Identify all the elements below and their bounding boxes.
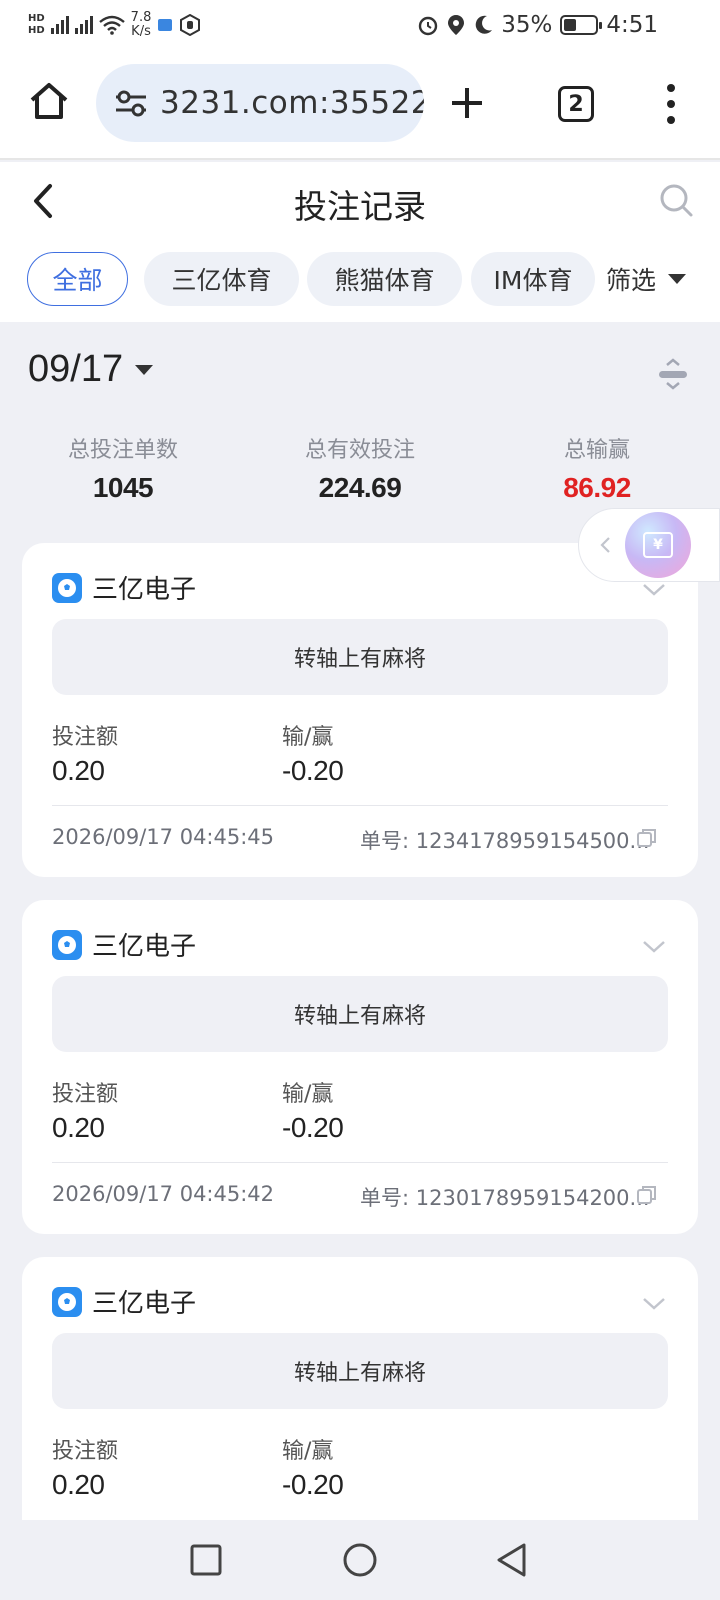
bet-amount-label: 投注额 [52, 1439, 119, 1464]
win-loss-value: -0.20 [282, 1469, 344, 1500]
chevron-down-icon[interactable] [642, 1297, 666, 1311]
bet-amount: 投注额 0.20 [52, 719, 118, 787]
win-loss: 输/赢 -0.20 [282, 1076, 344, 1144]
total-count-value: 1045 [92, 472, 154, 503]
signal-5g-icon [50, 16, 69, 34]
bet-amount-value: 0.20 [52, 1112, 105, 1143]
soccer-ball-icon [52, 929, 82, 960]
network-label-1: HD [28, 13, 45, 24]
moon-icon [475, 15, 493, 34]
bet-amount-value: 0.20 [52, 1469, 105, 1500]
more-menu-icon[interactable] [664, 84, 678, 124]
recents-icon[interactable] [188, 1542, 224, 1578]
page-header: 投注记录 [0, 162, 720, 238]
tab-im-sports[interactable]: IM体育 [471, 252, 595, 306]
total-count-label: 总投注单数 [67, 438, 178, 463]
game-name: 转轴上有麻将 [52, 1333, 668, 1409]
address-bar[interactable]: 3231.com:35522 [96, 64, 424, 142]
chevron-left-icon[interactable] [599, 536, 611, 554]
floating-promo-widget[interactable]: ¥ [578, 508, 720, 582]
win-loss-label: 输/赢 [282, 1082, 334, 1107]
win-loss-value: 86.92 [563, 472, 631, 503]
summary-valid-bet: 总有效投注 224.69 [260, 432, 460, 504]
game-name: 转轴上有麻将 [52, 619, 668, 695]
filter-tabs: 全部 三亿体育 熊猫体育 IM体育 筛选 [0, 238, 720, 322]
caret-down-icon [668, 274, 687, 284]
bet-amount: 投注额 0.20 [52, 1076, 118, 1144]
battery-icon [560, 15, 603, 35]
new-tab-icon[interactable] [450, 86, 484, 120]
tab-sanyi-sports[interactable]: 三亿体育 [144, 252, 299, 306]
hand-icon [180, 14, 201, 36]
bet-amount-label: 投注额 [52, 1082, 119, 1107]
bet-time: 2026/09/17 04:45:45 [52, 825, 275, 849]
summary-win-loss: 总输赢 86.92 [497, 432, 697, 504]
clock: 4:51 [606, 12, 658, 38]
status-bar: HD HD 7.8 K/s 35% 4:51 [0, 0, 720, 50]
wifi-icon [98, 15, 125, 35]
win-loss-label: 输/赢 [282, 725, 334, 750]
rebate-gift-icon[interactable]: ¥ [625, 512, 691, 578]
tab-count: 2 [568, 91, 584, 117]
search-icon[interactable] [658, 182, 694, 218]
signal-4g-icon [74, 16, 93, 34]
filter-button[interactable]: 筛选 [604, 252, 687, 306]
date-label: 09/17 [28, 348, 124, 390]
chevron-down-icon[interactable] [642, 583, 666, 597]
order-number: 单号: 1230178959154200... [360, 1186, 650, 1210]
net-speed-value: 7.8 [130, 10, 152, 25]
summary-total-count: 总投注单数 1045 [23, 432, 223, 504]
win-loss: 输/赢 -0.20 [282, 719, 344, 787]
filter-label: 筛选 [606, 266, 657, 295]
net-speed: 7.8 K/s [131, 11, 152, 39]
home-nav-icon[interactable] [342, 1542, 378, 1578]
network-indicator: HD HD [28, 13, 45, 37]
win-loss-value: -0.20 [282, 1112, 344, 1143]
copy-icon[interactable] [636, 827, 658, 849]
win-loss-label: 总输赢 [563, 438, 630, 463]
copy-icon[interactable] [636, 1184, 658, 1206]
network-label-2: HD [28, 25, 45, 36]
date-selector[interactable]: 09/17 [28, 348, 154, 391]
win-loss-label: 输/赢 [282, 1439, 334, 1464]
bet-card: 三亿电子 转轴上有麻将 投注额 0.20 输/赢 -0.20 2026/09/1… [22, 900, 698, 1234]
valid-bet-value: 224.69 [318, 472, 402, 503]
bet-time: 2026/09/17 04:45:42 [52, 1182, 275, 1206]
bet-amount: 投注额 0.20 [52, 1433, 118, 1501]
game-name: 转轴上有麻将 [52, 976, 668, 1052]
date-caret-icon [135, 364, 154, 375]
soccer-ball-icon [52, 1286, 82, 1317]
battery-percent: 35% [501, 12, 553, 38]
divider [52, 1162, 668, 1163]
bet-amount-label: 投注额 [52, 725, 119, 750]
collapse-expand-icon[interactable] [658, 356, 688, 392]
system-nav-bar [0, 1520, 720, 1600]
win-loss: 输/赢 -0.20 [282, 1433, 344, 1501]
net-speed-unit: K/s [131, 24, 151, 39]
home-icon[interactable] [28, 80, 70, 122]
provider-name: 三亿电子 [92, 1289, 197, 1319]
provider-name: 三亿电子 [92, 575, 197, 605]
tab-all[interactable]: 全部 [27, 252, 128, 306]
order-number: 单号: 1234178959154500... [360, 829, 650, 853]
alarm-icon [419, 16, 438, 36]
chevron-down-icon[interactable] [642, 940, 666, 954]
app-notification-icon [158, 19, 173, 31]
back-nav-icon[interactable] [494, 1542, 530, 1578]
bet-card: 三亿电子 转轴上有麻将 投注额 0.20 输/赢 -0.20 2026/09/1… [22, 543, 698, 877]
page-title: 投注记录 [294, 187, 426, 226]
browser-toolbar: 3231.com:35522 2 [0, 50, 720, 160]
divider [52, 805, 668, 806]
site-settings-icon[interactable] [114, 88, 148, 118]
soccer-ball-icon [52, 572, 82, 603]
tab-switcher-button[interactable]: 2 [558, 86, 594, 122]
location-icon [448, 15, 465, 35]
bet-amount-value: 0.20 [52, 755, 105, 786]
provider-name: 三亿电子 [92, 932, 197, 962]
url-text: 3231.com:35522 [160, 85, 424, 121]
win-loss-value: -0.20 [282, 755, 344, 786]
tab-panda-sports[interactable]: 熊猫体育 [307, 252, 462, 306]
valid-bet-label: 总有效投注 [304, 438, 415, 463]
